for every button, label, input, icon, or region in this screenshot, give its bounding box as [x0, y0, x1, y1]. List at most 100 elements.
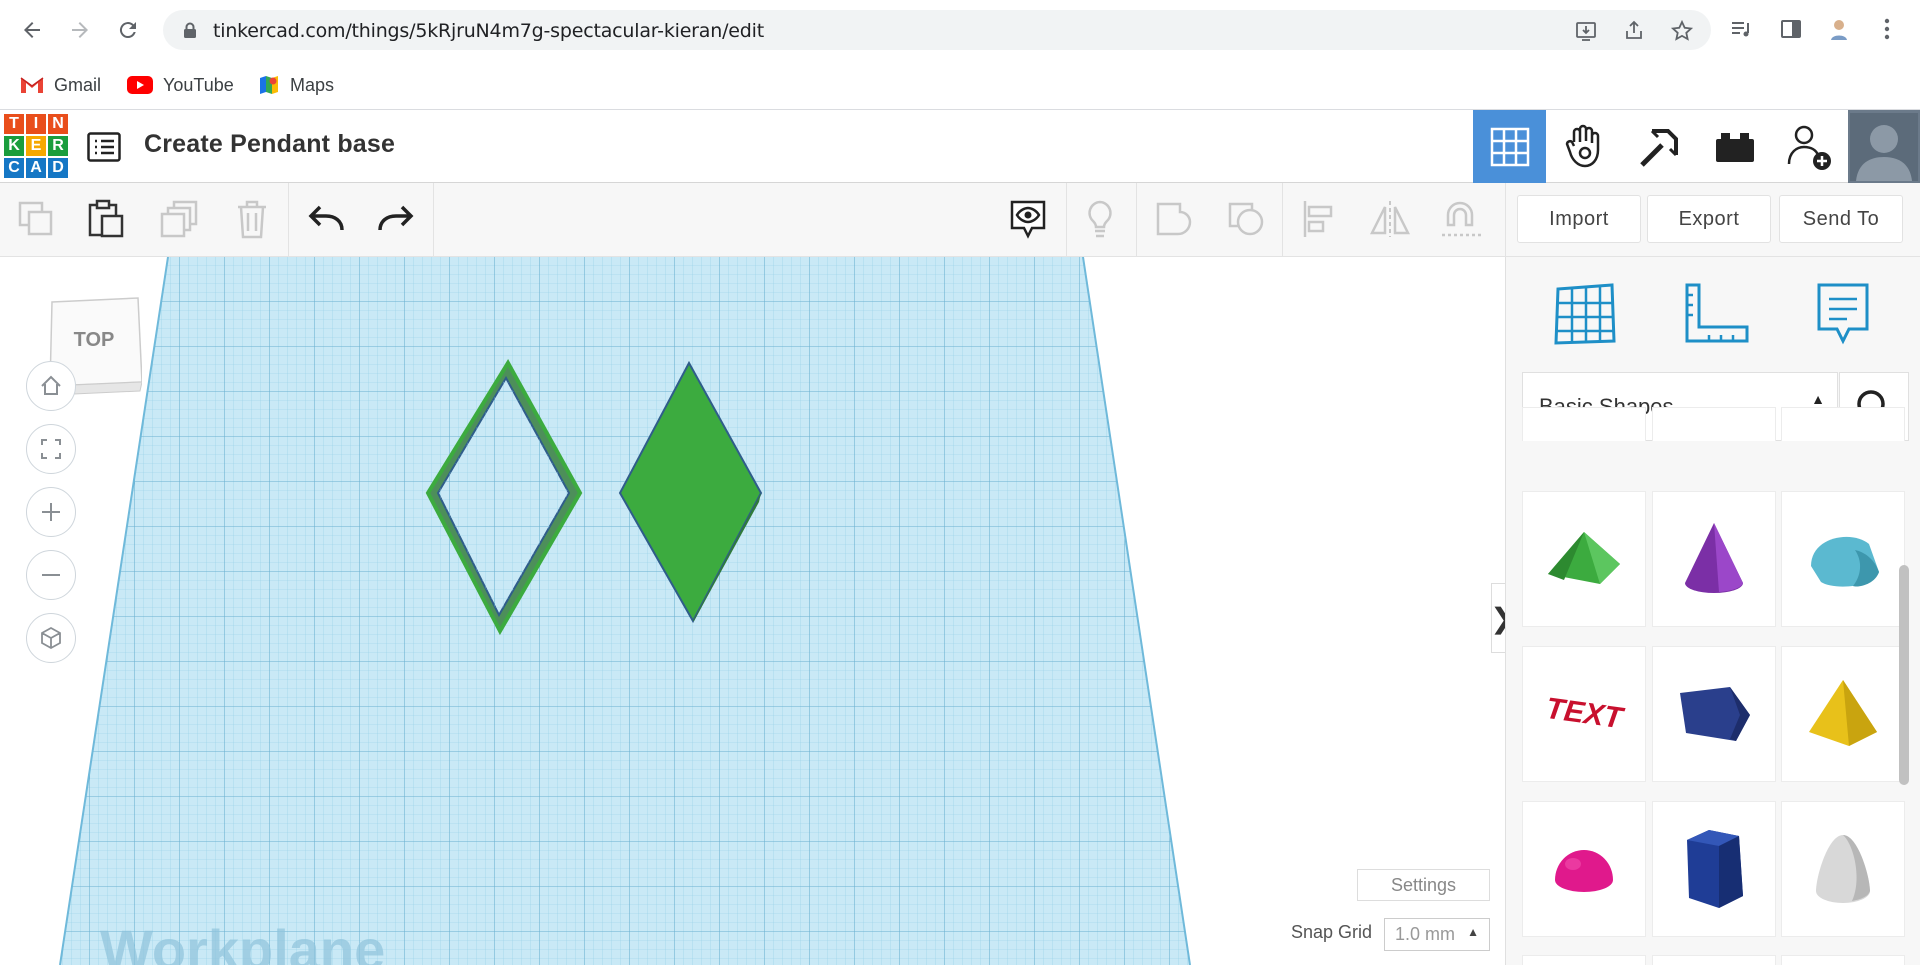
group-button[interactable] — [1152, 197, 1196, 241]
lightbulb-icon — [1088, 200, 1112, 238]
hints-button[interactable] — [1078, 197, 1122, 241]
mirror-button[interactable] — [1368, 197, 1412, 241]
bricks-button[interactable] — [1698, 110, 1771, 183]
snap-grid-value: 1.0 mm — [1395, 924, 1456, 944]
avatar[interactable] — [1848, 110, 1920, 183]
logo-letter: D — [48, 158, 68, 178]
fit-view-button[interactable] — [26, 424, 76, 474]
caret-up-icon: ▲ — [1467, 925, 1479, 939]
workplane-grid-icon — [1554, 283, 1616, 345]
logo-letter: A — [26, 158, 46, 178]
shape-roof[interactable] — [1522, 491, 1646, 627]
pyramid-shape-icon — [1809, 680, 1877, 746]
profile-icon[interactable] — [1824, 14, 1854, 44]
address-bar[interactable]: tinkercad.com/things/5kRjruN4m7g-spectac… — [163, 10, 1711, 50]
bookmark-star-icon[interactable] — [1669, 18, 1695, 44]
back-button[interactable] — [14, 12, 50, 48]
undo-button[interactable] — [304, 197, 348, 241]
3d-workspace[interactable]: Workplane TOP Settings Snap Grid 1.0 mm … — [0, 257, 1505, 965]
shape-paraboloid[interactable] — [1781, 801, 1905, 937]
bookmark-gmail[interactable]: Gmail — [20, 72, 101, 98]
shape-text[interactable]: TEXT — [1522, 646, 1646, 782]
zoom-in-button[interactable] — [26, 487, 76, 537]
toolbar-divider — [433, 183, 434, 257]
import-button[interactable]: Import — [1517, 195, 1641, 243]
notes-tool-button[interactable] — [1806, 277, 1880, 351]
delete-button[interactable] — [230, 197, 274, 241]
shape-tile[interactable] — [1781, 955, 1905, 965]
home-view-button[interactable] — [26, 361, 76, 411]
workplane-label: Workplane — [100, 918, 385, 965]
design-list-button[interactable] — [86, 129, 122, 165]
forward-button[interactable] — [62, 12, 98, 48]
ruler-tool-button[interactable] — [1679, 277, 1753, 351]
shape-cone[interactable] — [1652, 491, 1776, 627]
shape-half-cylinder[interactable] — [1781, 491, 1905, 627]
ungroup-shapes-icon — [1228, 202, 1264, 236]
snap-grid-label: Snap Grid — [1291, 922, 1373, 942]
shape-tile[interactable] — [1652, 955, 1776, 965]
undo-icon — [308, 205, 344, 231]
bookmark-youtube[interactable]: YouTube — [127, 72, 234, 98]
shape-half-sphere[interactable] — [1522, 801, 1646, 937]
snap-grid-select[interactable]: 1.0 mm ▲ — [1384, 918, 1490, 951]
workplane-tool-button[interactable] — [1548, 277, 1622, 351]
ungroup-button[interactable] — [1224, 197, 1268, 241]
collapse-panel-button[interactable]: ❯ — [1490, 583, 1505, 653]
circuits-button[interactable] — [1548, 110, 1621, 183]
shape-pyramid[interactable] — [1781, 646, 1905, 782]
fit-to-view-icon — [41, 439, 61, 459]
share-icon[interactable] — [1621, 18, 1647, 44]
text-shape-icon: TEXT — [1544, 692, 1627, 736]
cruise-button[interactable] — [1440, 197, 1484, 241]
note-bubble-icon — [1817, 283, 1869, 345]
home-icon — [41, 375, 61, 395]
lego-bricks-icon — [1715, 132, 1754, 162]
send-to-button[interactable]: Send To — [1779, 195, 1903, 243]
copy-button[interactable] — [14, 197, 58, 241]
group-shapes-icon — [1156, 202, 1192, 236]
chevron-right-icon: ❯ — [1490, 602, 1505, 635]
notes-visibility-button[interactable] — [1006, 197, 1050, 241]
align-icon — [1303, 201, 1333, 237]
align-button[interactable] — [1296, 197, 1340, 241]
shape-tile[interactable] — [1522, 955, 1646, 965]
browser-menu-icon[interactable] — [1872, 14, 1902, 44]
redo-button[interactable] — [374, 197, 418, 241]
settings-button[interactable]: Settings — [1357, 869, 1490, 901]
shape-polygon[interactable] — [1652, 646, 1776, 782]
panel-scrollbar[interactable] — [1899, 565, 1909, 785]
duplicate-button[interactable] — [158, 197, 202, 241]
3d-design-button[interactable] — [1473, 110, 1546, 183]
reload-button[interactable] — [110, 12, 146, 48]
side-panel-icon[interactable] — [1776, 14, 1806, 44]
browser-toolbar: tinkercad.com/things/5kRjruN4m7g-spectac… — [0, 0, 1920, 60]
list-icon — [87, 132, 121, 162]
trash-icon — [238, 200, 266, 239]
reading-list-icon[interactable] — [1726, 14, 1756, 44]
export-button[interactable]: Export — [1647, 195, 1771, 243]
add-user-icon — [1787, 125, 1831, 170]
app-header: T I N K E R C A D Create Pendant base — [0, 110, 1920, 183]
shape-hexagonal-prism[interactable] — [1652, 801, 1776, 937]
lock-icon — [184, 22, 196, 38]
maps-icon — [260, 76, 278, 94]
design-title[interactable]: Create Pendant base — [144, 130, 395, 159]
bookmark-label: Maps — [290, 74, 335, 95]
polygon-shape-icon — [1680, 687, 1750, 741]
panel-backdrop — [1506, 441, 1920, 477]
paste-button[interactable] — [84, 197, 128, 241]
shapes-panel: Basic Shapes ▲▼ TEXT — [1505, 257, 1920, 965]
workplane[interactable]: Workplane — [0, 257, 1505, 965]
bookmark-maps[interactable]: Maps — [258, 72, 334, 98]
paraboloid-shape-icon — [1816, 835, 1870, 903]
half-sphere-shape-icon — [1555, 850, 1613, 892]
magnet-cruise-icon — [1442, 201, 1482, 237]
zoom-out-button[interactable] — [26, 550, 76, 600]
logo-letter: N — [48, 114, 68, 134]
codeblocks-button[interactable] — [1623, 110, 1696, 183]
install-app-icon[interactable] — [1573, 18, 1599, 44]
invite-user-button[interactable] — [1773, 110, 1846, 183]
perspective-button[interactable] — [26, 613, 76, 663]
tinkercad-logo[interactable]: T I N K E R C A D — [4, 114, 68, 178]
